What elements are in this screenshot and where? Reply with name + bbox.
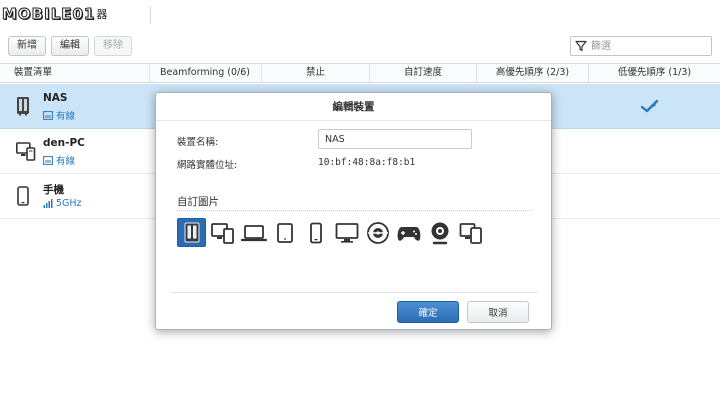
monitor-icon bbox=[335, 222, 358, 243]
section-divider bbox=[177, 210, 532, 211]
device-name: 手機 bbox=[43, 184, 64, 196]
mac-address-value: 10:bf:48:8a:f8:b1 bbox=[318, 157, 416, 168]
connection-label: 有線 bbox=[56, 156, 76, 167]
icon-option-media-player[interactable] bbox=[363, 218, 392, 247]
device-connection: 有線 bbox=[43, 108, 75, 122]
connection-label: 5GHz bbox=[56, 198, 82, 209]
logo-divider bbox=[150, 6, 151, 24]
icon-option-webcam[interactable] bbox=[425, 218, 454, 247]
gamepad-icon bbox=[397, 226, 420, 241]
table-header: 裝置清單 Beamforming (0/6) 禁止 自訂速度 高優先順序 (2/… bbox=[0, 63, 720, 83]
phone-icon bbox=[309, 222, 322, 243]
device-connection: 有線 bbox=[43, 153, 75, 167]
device-name-input[interactable] bbox=[318, 129, 472, 149]
toolbar: 新增 編輯 移除 bbox=[8, 36, 132, 56]
icon-option-nas[interactable] bbox=[177, 218, 206, 247]
column-header-custom-speed[interactable]: 自訂速度 bbox=[370, 64, 477, 82]
icon-option-monitor[interactable] bbox=[332, 218, 361, 247]
laptop-icon bbox=[240, 224, 267, 241]
ok-button[interactable]: 確定 bbox=[397, 301, 459, 323]
device-name: NAS bbox=[43, 92, 68, 104]
footer-divider bbox=[171, 292, 538, 293]
edit-device-dialog: 編輯裝置 裝置名稱: 網路實體位址: 10:bf:48:8a:f8:b1 自訂圖… bbox=[155, 92, 552, 330]
cancel-button[interactable]: 取消 bbox=[467, 301, 529, 323]
filter-box[interactable] bbox=[570, 36, 712, 56]
custom-icon-title: 自訂圖片 bbox=[177, 196, 219, 208]
edit-button[interactable]: 編輯 bbox=[51, 36, 89, 56]
column-header-high-priority[interactable]: 高優先順序 (2/3) bbox=[477, 64, 589, 82]
check-icon[interactable] bbox=[640, 98, 659, 117]
column-header-device-list[interactable]: 裝置清單 bbox=[0, 64, 150, 82]
device-connection: 5GHz bbox=[43, 198, 82, 209]
icon-option-phone[interactable] bbox=[301, 218, 330, 247]
nas-icon bbox=[184, 222, 199, 242]
device-name: den-PC bbox=[43, 137, 85, 149]
logo-text: MOBILE01 bbox=[1, 5, 96, 24]
multi-device-icon bbox=[459, 222, 482, 244]
tablet-icon bbox=[276, 222, 293, 243]
column-header-beamforming[interactable]: Beamforming (0/6) bbox=[150, 64, 262, 82]
media-player-icon bbox=[366, 221, 389, 244]
wired-icon bbox=[43, 110, 53, 120]
column-header-low-priority[interactable]: 低優先順序 (1/3) bbox=[589, 64, 720, 82]
wifi-signal-icon bbox=[43, 199, 53, 208]
dialog-title: 編輯裝置 bbox=[156, 93, 551, 121]
device-name-label: 裝置名稱: bbox=[177, 137, 219, 148]
icon-option-pc[interactable] bbox=[208, 218, 237, 247]
filter-icon bbox=[575, 40, 587, 52]
phone-icon bbox=[16, 186, 30, 210]
icon-picker bbox=[177, 218, 485, 247]
icon-option-gamepad[interactable] bbox=[394, 218, 423, 247]
pc-icon bbox=[210, 222, 234, 244]
icon-option-laptop[interactable] bbox=[239, 218, 268, 247]
add-button[interactable]: 新增 bbox=[8, 36, 46, 56]
webcam-icon bbox=[431, 222, 448, 244]
icon-option-multi-device[interactable] bbox=[456, 218, 485, 247]
site-logo: MOBILE01 器 bbox=[1, 2, 140, 26]
logo-suffix: 器 bbox=[96, 8, 108, 21]
icon-option-tablet[interactable] bbox=[270, 218, 299, 247]
pc-icon bbox=[16, 141, 36, 165]
mac-address-label: 網路實體位址: bbox=[177, 160, 238, 171]
column-header-blocked[interactable]: 禁止 bbox=[262, 64, 370, 82]
remove-button[interactable]: 移除 bbox=[94, 36, 132, 56]
connection-label: 有線 bbox=[56, 111, 76, 122]
wired-icon bbox=[43, 155, 53, 165]
filter-input[interactable] bbox=[591, 38, 701, 54]
nas-icon bbox=[16, 96, 30, 120]
